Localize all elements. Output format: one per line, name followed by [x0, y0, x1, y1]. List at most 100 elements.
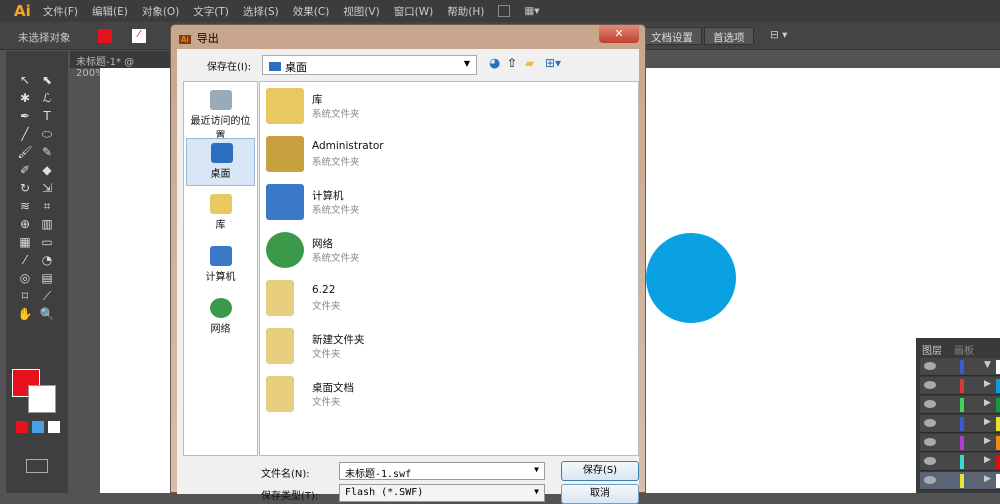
up-folder-icon[interactable]: ⇧: [507, 56, 517, 70]
eraser-tool-icon[interactable]: ◆: [36, 161, 58, 179]
place-libraries[interactable]: 库: [186, 190, 255, 238]
blob-brush-icon[interactable]: ✐: [14, 161, 36, 179]
menu-file[interactable]: 文件(F): [43, 4, 78, 19]
expand-arrow-icon[interactable]: ▶: [984, 436, 991, 446]
magic-wand-icon[interactable]: ✱: [14, 89, 36, 107]
back-icon[interactable]: ◕: [489, 56, 500, 71]
fill-swatch[interactable]: [98, 29, 112, 43]
file-item[interactable]: 网络 系统文件夹: [266, 228, 566, 274]
symbol-sprayer-icon[interactable]: ◎: [14, 269, 36, 287]
layer-row[interactable]: ▼: [920, 358, 1000, 376]
file-item[interactable]: 计算机 系统文件夹: [266, 180, 566, 226]
doc-setup-button[interactable]: 文档设置: [642, 27, 702, 45]
direct-selection-tool-icon[interactable]: ⬉: [36, 71, 58, 89]
free-transform-icon[interactable]: ⌗: [36, 197, 58, 215]
visibility-eye-icon[interactable]: [924, 381, 936, 389]
scale-tool-icon[interactable]: ⇲: [36, 179, 58, 197]
blend-tool-icon[interactable]: ◔: [36, 251, 58, 269]
expand-arrow-icon[interactable]: ▶: [984, 379, 991, 389]
gradient-mode-icon[interactable]: [32, 421, 44, 433]
layers-panel: 图层 画板 ▼ ▶ ▶ ▶ ▶ ▶ ▶: [916, 338, 1000, 493]
filetype-dropdown[interactable]: Flash (*.SWF) ▼: [339, 484, 545, 502]
brush-tool-icon[interactable]: 🖌: [14, 143, 36, 161]
menu-type[interactable]: 文字(T): [193, 4, 229, 19]
layer-row[interactable]: ▶: [920, 396, 1000, 414]
layer-row[interactable]: ▶: [920, 434, 1000, 452]
type-tool-icon[interactable]: T: [36, 107, 58, 125]
expand-arrow-icon[interactable]: ▶: [984, 417, 991, 427]
none-mode-icon[interactable]: [48, 421, 60, 433]
mesh-tool-icon[interactable]: ▦: [14, 233, 36, 251]
bridge-icon[interactable]: [498, 5, 511, 17]
file-list: 库系统文件夹 Administrator 系统文件夹 计算机 系统文件夹 网络 系统文…: [259, 81, 639, 456]
arrange-icon[interactable]: ▦▾: [524, 5, 539, 17]
file-item[interactable]: 新建文件夹 文件夹: [266, 324, 566, 370]
menu-view[interactable]: 视图(V): [343, 4, 379, 19]
lasso-icon[interactable]: ℒ: [36, 89, 58, 107]
tab-layers[interactable]: 图层: [922, 342, 942, 357]
blue-circle-shape[interactable]: [646, 233, 736, 323]
layer-row[interactable]: ▶: [920, 472, 1000, 490]
shape-builder-icon[interactable]: ⊕: [14, 215, 36, 233]
place-computer[interactable]: 计算机: [186, 242, 255, 290]
visibility-eye-icon[interactable]: [924, 419, 936, 427]
layer-row[interactable]: ▶: [920, 453, 1000, 471]
menu-select[interactable]: 选择(S): [243, 4, 279, 19]
new-folder-icon[interactable]: ▰: [525, 56, 534, 70]
visibility-eye-icon[interactable]: [924, 457, 936, 465]
filename-input[interactable]: 未标题-1.swf ▼: [339, 462, 545, 480]
visibility-eye-icon[interactable]: [924, 438, 936, 446]
expand-arrow-icon[interactable]: ▶: [984, 474, 991, 484]
place-recent[interactable]: 最近访问的位置: [186, 86, 255, 142]
artboard-tool-icon[interactable]: ⌑: [14, 287, 36, 305]
menu-edit[interactable]: 编辑(E): [92, 4, 128, 19]
hand-tool-icon[interactable]: ✋: [14, 305, 36, 323]
graph-tool-icon[interactable]: ▤: [36, 269, 58, 287]
color-mode-icon[interactable]: [16, 421, 28, 433]
stroke-swatch[interactable]: ⁄: [132, 29, 146, 43]
menu-effect[interactable]: 效果(C): [293, 4, 330, 19]
layer-thumbnail: [996, 474, 1000, 488]
save-button[interactable]: 保存(S): [561, 461, 639, 481]
perspective-icon[interactable]: ▥: [36, 215, 58, 233]
line-tool-icon[interactable]: ╱: [14, 125, 36, 143]
file-item[interactable]: 桌面文档 文件夹: [266, 372, 566, 418]
folder-icon: [266, 280, 294, 316]
menu-help[interactable]: 帮助(H): [447, 4, 484, 19]
expand-arrow-icon[interactable]: ▶: [984, 398, 991, 408]
file-item[interactable]: 库系统文件夹: [266, 84, 566, 130]
visibility-eye-icon[interactable]: [924, 400, 936, 408]
file-item[interactable]: 6.22 文件夹: [266, 276, 566, 322]
pencil-tool-icon[interactable]: ✎: [36, 143, 58, 161]
expand-arrow-icon[interactable]: ▼: [984, 360, 991, 370]
slice-tool-icon[interactable]: ⟋: [36, 287, 58, 305]
gradient-tool-icon[interactable]: ▭: [36, 233, 58, 251]
warp-tool-icon[interactable]: ≋: [14, 197, 36, 215]
visibility-eye-icon[interactable]: [924, 362, 936, 370]
layer-row[interactable]: ▶: [920, 415, 1000, 433]
tab-artboards[interactable]: 画板: [954, 342, 974, 357]
selection-tool-icon[interactable]: ↖: [14, 71, 36, 89]
preferences-button[interactable]: 首选项: [704, 27, 754, 45]
place-network[interactable]: 网络: [186, 294, 255, 342]
place-desktop[interactable]: 桌面: [186, 138, 255, 186]
cancel-button[interactable]: 取消: [561, 484, 639, 504]
screen-mode-icon[interactable]: [26, 459, 48, 473]
ellipse-tool-icon[interactable]: ⬭: [36, 125, 58, 143]
eyedropper-icon[interactable]: ⁄: [14, 251, 36, 269]
document-tab[interactable]: 未标题-1* @ 200%: [70, 51, 170, 79]
rotate-tool-icon[interactable]: ↻: [14, 179, 36, 197]
menu-window[interactable]: 窗口(W): [394, 4, 434, 19]
view-menu-icon[interactable]: ⊞▾: [545, 56, 561, 70]
close-button[interactable]: ✕: [599, 25, 639, 43]
layer-row[interactable]: ▶: [920, 377, 1000, 395]
expand-arrow-icon[interactable]: ▶: [984, 455, 991, 465]
stroke-color-box[interactable]: [28, 385, 56, 413]
pen-tool-icon[interactable]: ✒: [14, 107, 36, 125]
file-item[interactable]: Administrator 系统文件夹: [266, 132, 566, 178]
zoom-tool-icon[interactable]: 🔍: [36, 305, 58, 323]
arrange-docs-icon[interactable]: ⊟ ▾: [770, 29, 787, 41]
menu-object[interactable]: 对象(O): [142, 4, 179, 19]
visibility-eye-icon[interactable]: [924, 476, 936, 484]
save-in-dropdown[interactable]: 桌面 ▼: [262, 55, 477, 75]
